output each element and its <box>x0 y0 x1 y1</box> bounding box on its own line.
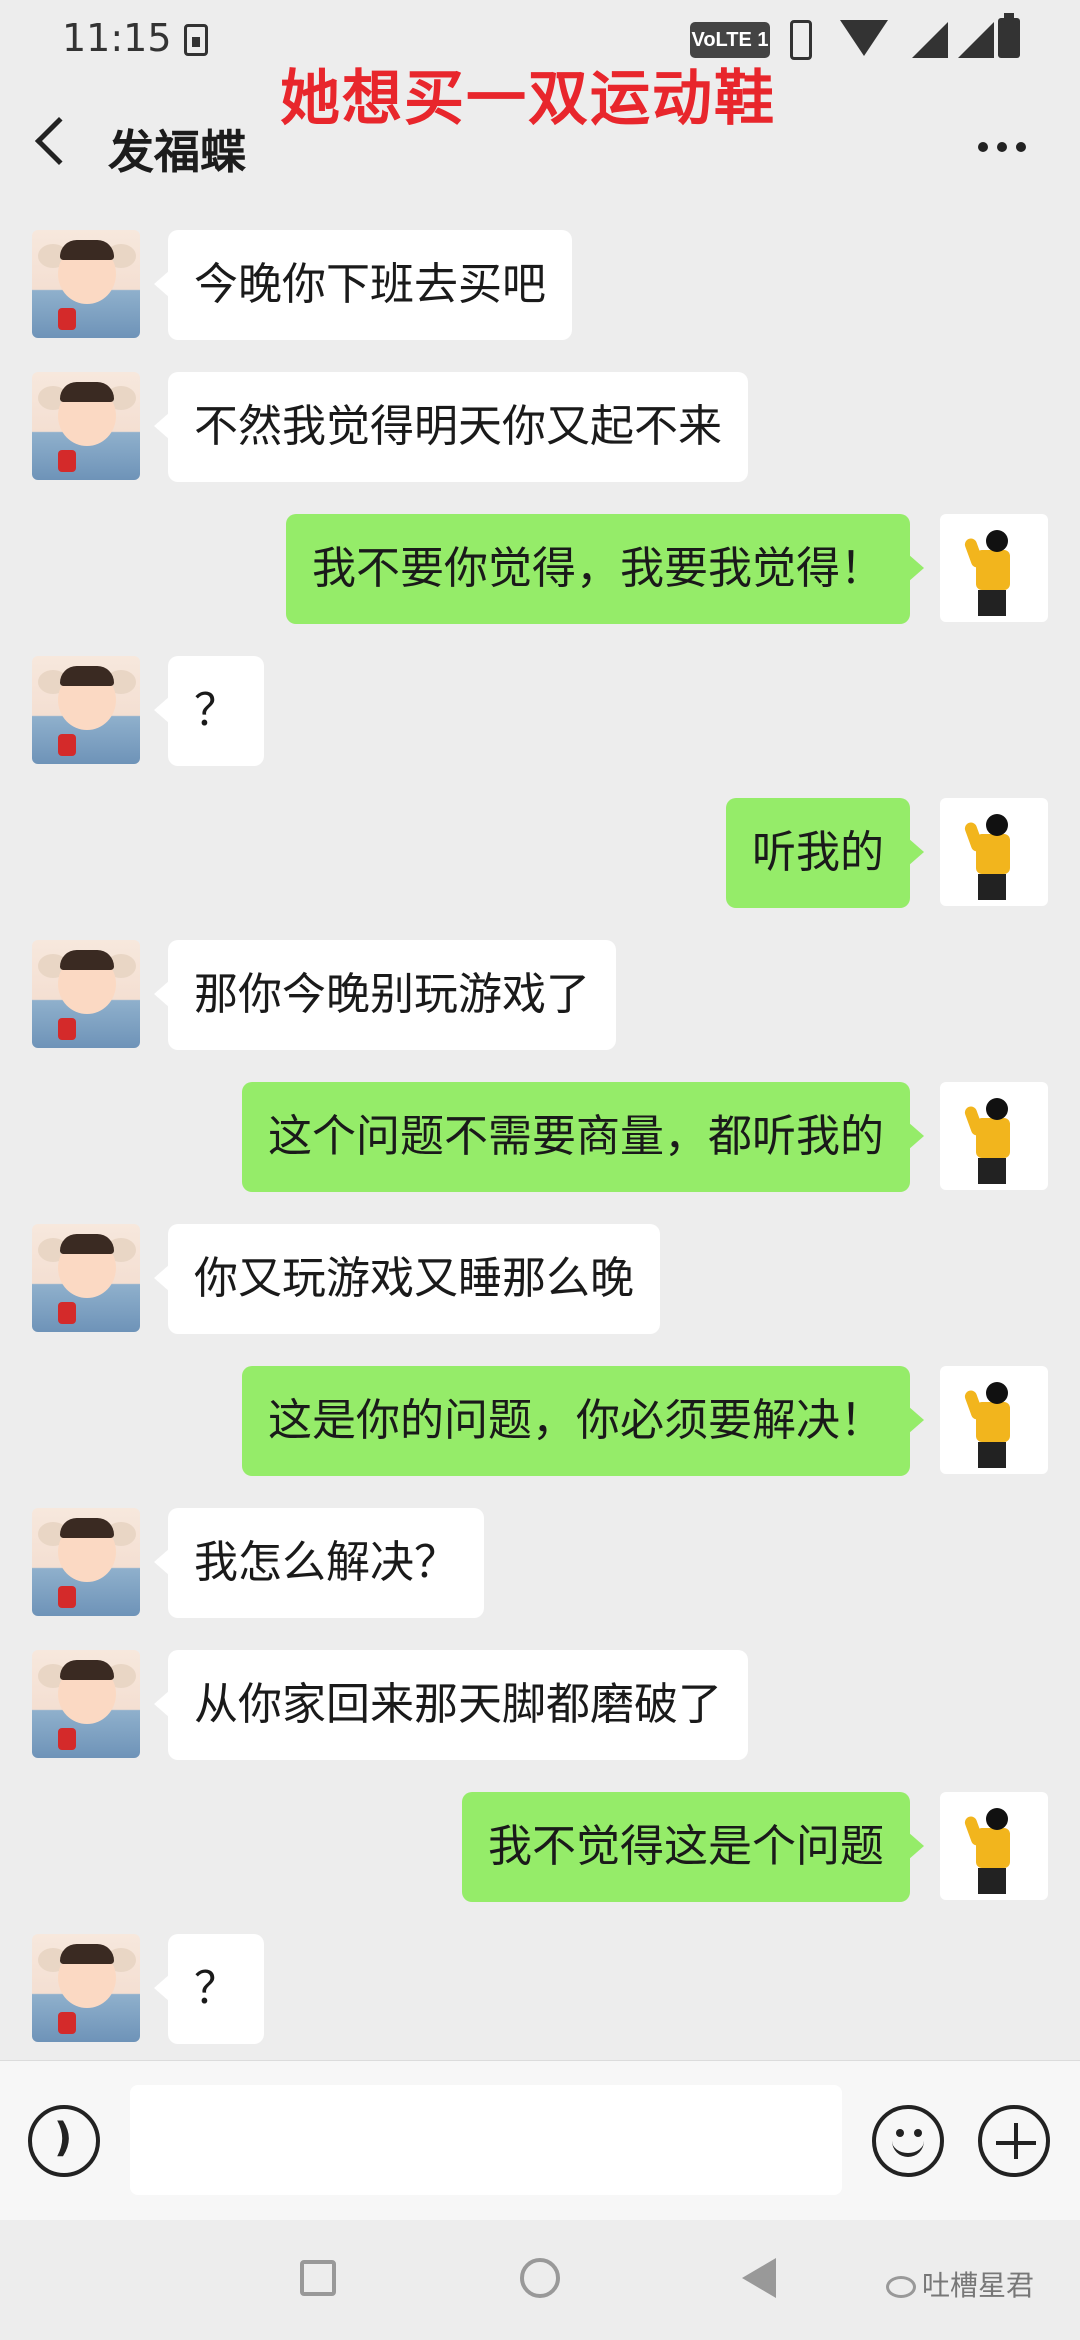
emoji-button[interactable] <box>872 2105 944 2177</box>
incoming-message-bubble[interactable]: 不然我觉得明天你又起不来 <box>154 372 748 482</box>
emoji-eye-icon <box>896 2129 904 2137</box>
outgoing-message-bubble[interactable]: 这个问题不需要商量，都听我的 <box>242 1082 924 1192</box>
contact-avatar[interactable] <box>32 656 140 764</box>
message-input[interactable] <box>130 2085 842 2195</box>
self-avatar[interactable] <box>940 1792 1048 1900</box>
self-avatar[interactable] <box>940 1366 1048 1474</box>
contact-avatar[interactable] <box>32 372 140 480</box>
vibrate-icon <box>790 20 812 60</box>
status-time: 11:15 <box>62 16 172 60</box>
message-row: 这是你的问题，你必须要解决！ <box>0 1366 1080 1476</box>
incoming-message-bubble[interactable]: 你又玩游戏又睡那么晚 <box>154 1224 660 1334</box>
message-list[interactable]: 今晚你下班去买吧 不然我觉得明天你又起不来 我不要你觉得，我要我觉得！？听我的 那你今… <box>0 210 1080 2060</box>
chat-title: 发福蝶 <box>108 125 246 179</box>
message-row: 我不要你觉得，我要我觉得！ <box>0 514 1080 624</box>
system-nav-bar: 吐槽星君 <box>0 2220 1080 2340</box>
contact-avatar[interactable] <box>32 940 140 1048</box>
message-row: 我不觉得这是个问题 <box>0 1792 1080 1902</box>
message-row: ？ <box>0 1934 1080 2044</box>
back-triangle-icon[interactable] <box>742 2258 776 2298</box>
input-bar <box>0 2060 1080 2220</box>
message-row: 你又玩游戏又睡那么晚 <box>0 1224 1080 1334</box>
self-avatar[interactable] <box>940 1082 1048 1190</box>
signal-icon <box>912 22 948 58</box>
message-row: 听我的 <box>0 798 1080 908</box>
battery-icon <box>998 13 1020 58</box>
message-row: 今晚你下班去买吧 <box>0 230 1080 340</box>
contact-avatar[interactable] <box>32 1224 140 1332</box>
emoji-mouth-icon <box>892 2141 924 2157</box>
self-avatar[interactable] <box>940 514 1048 622</box>
home-circle-icon[interactable] <box>520 2258 560 2298</box>
contact-avatar[interactable] <box>32 1934 140 2042</box>
incoming-message-bubble[interactable]: 我怎么解决？ <box>154 1508 484 1618</box>
self-avatar[interactable] <box>940 798 1048 906</box>
incoming-message-bubble[interactable]: ？ <box>154 656 264 766</box>
signal-icon-2 <box>958 22 994 58</box>
outgoing-message-bubble[interactable]: 我不要你觉得，我要我觉得！ <box>286 514 924 624</box>
message-row: 这个问题不需要商量，都听我的 <box>0 1082 1080 1192</box>
sim-card-icon <box>184 24 208 56</box>
outgoing-message-bubble[interactable]: 这是你的问题，你必须要解决！ <box>242 1366 924 1476</box>
chat-screen: 11:15 VoLTE 1 她想买一双运动鞋 发福蝶 今晚你下班去买吧 不然我觉得… <box>0 0 1080 2340</box>
outgoing-message-bubble[interactable]: 我不觉得这是个问题 <box>462 1792 924 1902</box>
wechat-logo-icon <box>886 2276 916 2298</box>
incoming-message-bubble[interactable]: ？ <box>154 1934 264 2044</box>
voice-input-button[interactable] <box>28 2105 100 2177</box>
more-options-icon[interactable] <box>978 142 1026 152</box>
message-row: 那你今晚别玩游戏了 <box>0 940 1080 1050</box>
message-row: 我怎么解决？ <box>0 1508 1080 1618</box>
watermark: 吐槽星君 <box>886 2264 1034 2304</box>
incoming-message-bubble[interactable]: 今晚你下班去买吧 <box>154 230 572 340</box>
wifi-icon <box>840 20 888 56</box>
message-row: ？ <box>0 656 1080 766</box>
watermark-text: 吐槽星君 <box>922 2269 1035 2302</box>
incoming-message-bubble[interactable]: 那你今晚别玩游戏了 <box>154 940 616 1050</box>
message-row: 不然我觉得明天你又起不来 <box>0 372 1080 482</box>
outgoing-message-bubble[interactable]: 听我的 <box>726 798 924 908</box>
contact-avatar[interactable] <box>32 1508 140 1616</box>
incoming-message-bubble[interactable]: 从你家回来那天脚都磨破了 <box>154 1650 748 1760</box>
back-arrow-icon[interactable] <box>34 116 84 166</box>
contact-avatar[interactable] <box>32 1650 140 1758</box>
more-actions-button[interactable] <box>978 2105 1050 2177</box>
message-row: 从你家回来那天脚都磨破了 <box>0 1650 1080 1760</box>
contact-avatar[interactable] <box>32 230 140 338</box>
chat-header: 发福蝶 <box>0 80 1080 210</box>
recents-square-icon[interactable] <box>300 2260 336 2296</box>
emoji-eye-icon <box>914 2129 922 2137</box>
